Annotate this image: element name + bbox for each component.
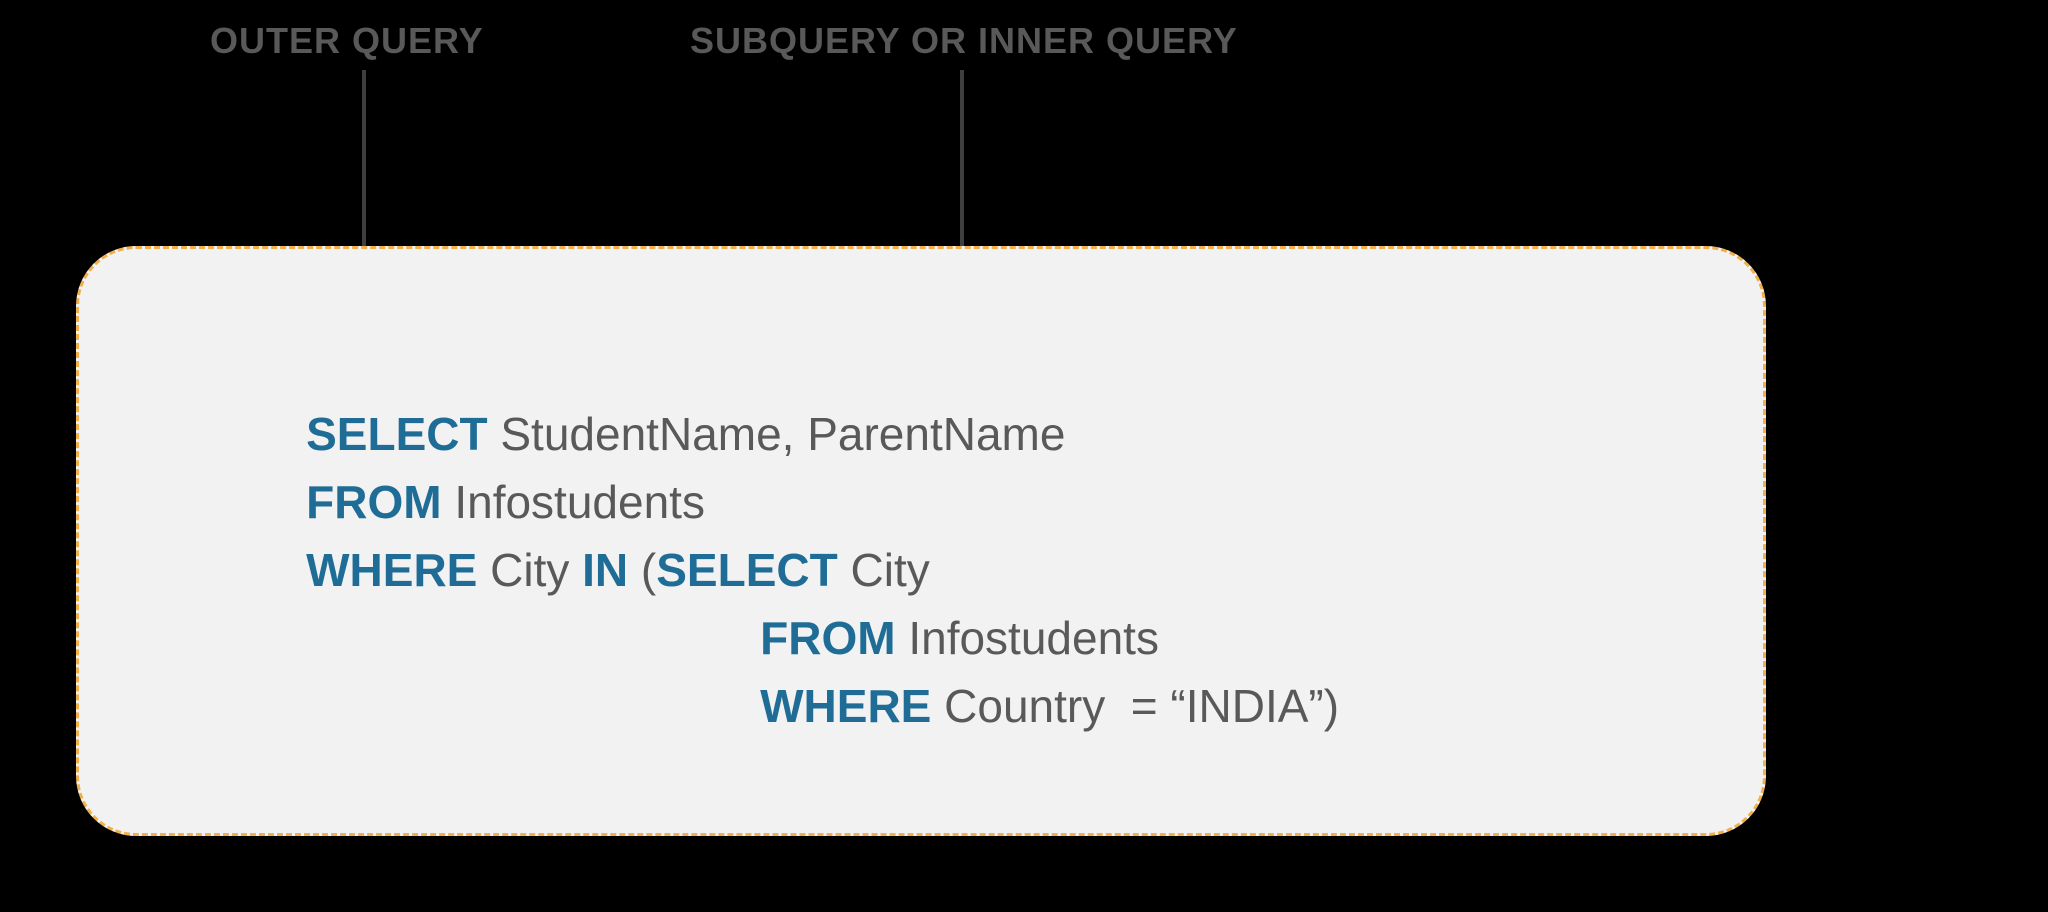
kw-where: WHERE xyxy=(306,544,477,596)
outer-query-label: OUTER QUERY xyxy=(210,20,484,62)
code-text: Country = “INDIA”) xyxy=(931,680,1339,732)
code-line-5: WHERE Country = “INDIA”) xyxy=(709,625,1339,787)
code-text: ( xyxy=(628,544,656,596)
kw-in: IN xyxy=(582,544,628,596)
code-text: City xyxy=(477,544,582,596)
sql-code-box: SELECT StudentName, ParentName FROM Info… xyxy=(76,246,1766,836)
inner-query-label: SUBQUERY OR INNER QUERY xyxy=(690,20,1238,62)
kw-where-inner: WHERE xyxy=(760,680,931,732)
